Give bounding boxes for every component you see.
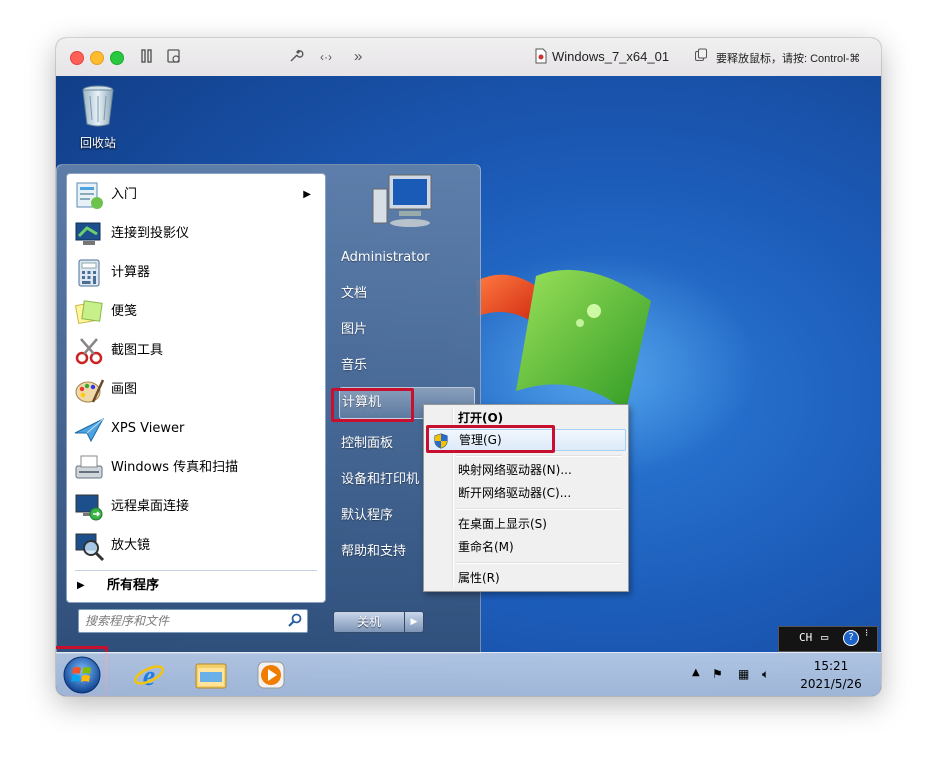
recycle-bin[interactable]: 回收站 [74,84,122,151]
program-label: 远程桌面连接 [111,499,190,514]
calculator-icon [78,259,100,287]
minimize-window-button[interactable] [90,51,104,65]
search-icon[interactable] [287,612,303,628]
menu-separator [456,508,622,510]
menu-item-show-on-desktop[interactable]: 在桌面上显示(S) [426,513,624,535]
clock-time[interactable]: 15:21 [806,659,856,673]
program-label: Windows 传真和扫描 [111,460,239,475]
program-label: 便笺 [111,304,138,319]
highlight-computer [331,388,414,422]
user-picture-computer-icon[interactable] [369,171,435,233]
sticky-notes-icon [74,300,103,325]
start-menu: 入门 ▶ 连接到投影仪 计算器 便笺 截图工具 画图 XPS Viewer Wi… [56,164,481,654]
projector-icon [75,222,101,245]
program-xps-viewer[interactable]: XPS Viewer [69,410,321,447]
menu-item-properties[interactable]: 属性(R) [426,567,624,589]
start-button-orb[interactable] [62,655,102,695]
menu-item-rename[interactable]: 重命名(M) [426,536,624,558]
network-icon[interactable]: ▦ [738,667,749,681]
paint-icon [75,379,105,403]
program-remote-desktop[interactable]: 远程桌面连接 [69,488,321,525]
program-label: 放大镜 [111,538,151,553]
release-mouse-hint: 要释放鼠标，请按: Control-⌘ [716,53,861,65]
program-fax-and-scan[interactable]: Windows 传真和扫描 [69,449,321,486]
program-snipping-tool[interactable]: 截图工具 [69,332,321,369]
zoom-window-button[interactable] [110,51,124,65]
copy-icon[interactable] [694,48,708,66]
program-label: XPS Viewer [111,421,185,436]
menu-separator [456,562,622,564]
language-bar: CH ▭ ? ⁝ [778,626,878,652]
documents-link[interactable]: 文档 [339,279,473,309]
search-input[interactable] [83,612,282,630]
program-paint[interactable]: 画图 [69,371,321,408]
language-indicator[interactable]: CH [799,631,812,644]
help-icon[interactable]: ? [843,630,859,646]
taskbar: e ▲ ⚑ ▦ 🔈︎ 15:21 2021/5/26 [56,652,881,696]
wrench-icon[interactable] [288,48,304,66]
search-box [78,609,308,633]
vm-titlebar: ‹·› » Windows_7_x64_01 要释放鼠标，请按: Control… [56,38,881,77]
program-label: 计算器 [111,265,151,280]
menu-item-label: 断开网络驱动器(C)... [458,486,572,500]
menu-item-map-network-drive[interactable]: 映射网络驱动器(N)... [426,459,624,481]
program-calculator[interactable]: 计算器 [69,254,321,291]
divider [75,570,317,571]
music-link[interactable]: 音乐 [339,351,473,381]
pictures-link[interactable]: 图片 [339,315,473,345]
program-magnifier[interactable]: 放大镜 [69,527,321,564]
fax-scan-icon [75,455,103,479]
menu-item-label: 在桌面上显示(S) [458,517,547,531]
media-player-icon[interactable] [254,658,288,692]
highlight-manage [426,425,555,453]
all-programs-button[interactable]: ▶ 所有程序 [75,574,315,598]
submenu-arrow-icon: ▶ [303,189,311,200]
chevron-double-right-icon[interactable]: » [354,48,362,66]
user-account-link[interactable]: Administrator [339,243,473,273]
internet-explorer-icon[interactable]: e [132,658,166,692]
start-menu-programs-pane: 入门 ▶ 连接到投影仪 计算器 便笺 截图工具 画图 XPS Viewer Wi… [66,173,326,603]
program-label: 画图 [111,382,138,397]
menu-item-disconnect-network-drive[interactable]: 断开网络驱动器(C)... [426,482,624,504]
remote-desktop-icon [75,494,103,521]
program-connect-projector[interactable]: 连接到投影仪 [69,215,321,252]
vm-file-icon [535,48,547,66]
menu-item-label: 映射网络驱动器(N)... [458,463,572,477]
show-hidden-icons-button[interactable]: ▲ [692,667,700,678]
menu-item-label: 属性(R) [458,571,500,585]
code-arrows-icon[interactable]: ‹·› [320,48,332,66]
program-sticky-notes[interactable]: 便笺 [69,293,321,330]
pause-icon[interactable] [140,48,154,66]
window-title: Windows_7_x64_01 [552,49,670,64]
vm-window: ‹·› » Windows_7_x64_01 要释放鼠标，请按: Control… [56,38,881,696]
xps-viewer-icon [74,417,105,443]
svg-text:e: e [143,661,155,692]
magnifier-icon [75,533,105,562]
triangle-right-icon: ▶ [77,580,85,591]
volume-icon[interactable]: 🔈︎ [762,667,769,682]
close-window-button[interactable] [70,51,84,65]
desktop: 回收站 入门 ▶ 连接到投影仪 计算器 便笺 截图工具 画图 XPS Viewe… [56,76,881,696]
program-getting-started[interactable]: 入门 ▶ [69,176,321,213]
shutdown-button[interactable]: 关机 [333,611,405,633]
file-explorer-icon[interactable] [194,658,228,692]
getting-started-icon [76,182,103,209]
snipping-tool-icon [75,338,103,365]
keyboard-icon[interactable]: ▭ [821,630,828,644]
menu-separator [456,455,622,457]
program-label: 入门 [111,187,138,202]
recycle-bin-label: 回收站 [79,136,116,150]
snapshot-icon[interactable] [166,48,182,66]
menu-item-label: 重命名(M) [458,540,514,554]
action-center-flag-icon[interactable]: ⚑ [712,667,723,681]
shutdown-options-button[interactable]: ▶ [404,611,424,633]
program-label: 连接到投影仪 [111,226,190,241]
program-label: 截图工具 [111,343,164,358]
clock-date[interactable]: 2021/5/26 [792,677,870,691]
langbar-options-icon[interactable]: ⁝ [865,628,868,639]
all-programs-label: 所有程序 [107,578,160,593]
recycle-bin-icon [82,85,114,127]
